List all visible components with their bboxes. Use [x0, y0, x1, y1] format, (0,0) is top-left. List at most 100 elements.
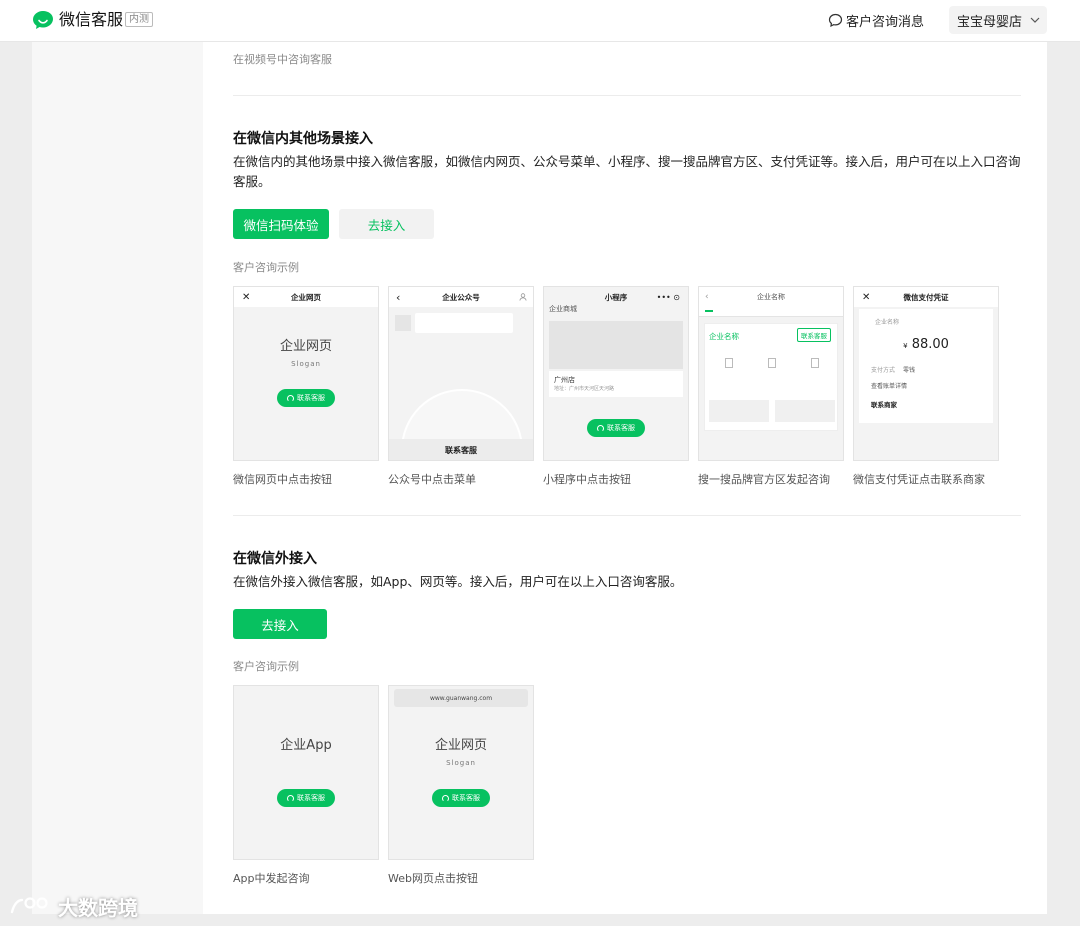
mock-contact-pill: 联系客服 [587, 419, 645, 437]
mock-contact-merchant: 联系商家 [871, 401, 897, 409]
section-desc-in-wechat: 在微信内的其他场景中接入微信客服，如微信内网页、公众号菜单、小程序、搜一搜品牌官… [233, 154, 1021, 189]
connect-button-in-wechat[interactable]: 去接入 [339, 209, 434, 239]
mock-slogan: Slogan [446, 759, 476, 767]
mock-page-title: 企业网页 [434, 738, 487, 753]
watermark-text: 大数跨境 [58, 895, 138, 920]
mock-feature-icon [811, 358, 819, 368]
watermark: 大数跨境 [8, 893, 138, 920]
example-card-app: 企业App 联系客服 [233, 685, 379, 860]
profile-icon [519, 293, 527, 301]
mock-menu-bar: 联系客服 [389, 439, 533, 460]
sidebar [32, 42, 203, 914]
back-icon: ‹ [396, 290, 401, 304]
mock-store-address: 地址：广州市天河区天河路 [554, 386, 615, 392]
beta-badge: 内测 [125, 12, 153, 27]
store-name: 宝宝母婴店 [957, 14, 1023, 30]
main-content: 在视频号中咨询客服 在微信内其他场景接入 在微信内的其他场景中接入微信客服，如微… [203, 42, 1047, 914]
mock-search-bar: ‹ 企业名称 [699, 287, 843, 307]
mock-url-bar: www.guanwang.com [394, 689, 528, 707]
mock-pill-label: 联系客服 [607, 424, 635, 432]
section-title-outside: 在微信外接入 [233, 551, 317, 567]
example-caption-payment-voucher: 微信支付凭证点击联系商家 [853, 473, 985, 486]
example-caption-app: App中发起咨询 [233, 872, 310, 885]
mock-amount: ¥ 88.00 [859, 337, 993, 352]
example-caption-official-account: 公众号中点击菜单 [388, 473, 476, 486]
mock-shop-label: 企业商城 [549, 305, 577, 313]
mock-page-title: 企业网页 [279, 339, 332, 354]
mock-pill-label: 联系客服 [452, 794, 480, 802]
example-card-webpage: ✕ 企业网页 企业网页 Slogan 联系客服 [233, 286, 379, 461]
mock-search-query: 企业名称 [757, 293, 785, 301]
mock-bar-title: 企业公众号 [442, 292, 480, 302]
mock-store-name: 广州店 [554, 376, 575, 384]
mock-voucher-card: 企业名称 ¥ 88.00 支付方式 零钱 查看账单详情 联系商家 [859, 309, 993, 423]
example-card-web: www.guanwang.com 企业网页 Slogan 联系客服 [388, 685, 534, 860]
headset-icon [597, 424, 604, 432]
connect-button-outside[interactable]: 去接入 [233, 609, 327, 639]
mock-app-title: 企业App [280, 738, 332, 753]
mock-contact-pill: 联系客服 [432, 789, 490, 807]
capsule-menu-icon: ••• ⊙ [656, 292, 680, 302]
example-caption-webpage: 微信网页中点击按钮 [233, 473, 332, 486]
mock-brand-zone: 企业名称 联系客服 [704, 323, 838, 431]
mock-title-bar: ‹ 企业公众号 [389, 287, 533, 307]
mock-contact-button: 联系客服 [797, 328, 831, 342]
mock-banner-placeholder [549, 321, 683, 369]
avatar-placeholder [395, 315, 411, 331]
section-title-in-wechat: 在微信内其他场景接入 [233, 131, 373, 147]
chevron-down-icon [1030, 17, 1040, 23]
close-icon: ✕ [242, 291, 251, 303]
example-caption-web: Web网页点击按钮 [388, 872, 478, 885]
examples-label-in-wechat: 客户咨询示例 [233, 261, 299, 274]
headset-icon [287, 394, 294, 402]
section-divider [233, 95, 1021, 96]
mock-bar-title: 微信支付凭证 [903, 292, 949, 302]
mock-url: www.guanwang.com [429, 694, 493, 702]
chat-bubble-icon [828, 13, 843, 27]
example-card-payment-voucher: ✕ 微信支付凭证 企业名称 ¥ 88.00 支付方式 零钱 查看账单详情 联系商… [853, 286, 999, 461]
brand-name: 微信客服 [59, 10, 124, 29]
example-caption-mini-program: 小程序中点击按钮 [543, 473, 631, 486]
mock-filter-tabs [699, 307, 843, 317]
customer-messages-label: 客户咨询消息 [846, 14, 925, 30]
section-divider [233, 515, 1021, 516]
examples-label-outside: 客户咨询示例 [233, 660, 299, 673]
close-icon: ✕ [862, 291, 871, 303]
mock-feature-icon [725, 358, 733, 368]
mock-bar-title: 小程序 [604, 292, 628, 302]
mock-feature-icon [768, 358, 776, 368]
mock-contact-pill: 联系客服 [277, 789, 335, 807]
wechat-service-logo-icon [33, 11, 53, 29]
watermark-logo-icon [10, 897, 48, 914]
example-card-mini-program: 小程序 ••• ⊙ 企业商城 广州店 地址：广州市天河区天河路 联系客服 [543, 286, 689, 461]
mock-title-bar: ✕ 企业网页 [234, 287, 378, 307]
top-bar: 微信客服 内测 客户咨询消息 宝宝母婴店 [0, 0, 1080, 42]
message-bubble-placeholder [415, 313, 513, 333]
headset-icon [442, 794, 449, 802]
mock-slogan: Slogan [291, 360, 321, 368]
mock-pill-label: 联系客服 [297, 794, 325, 802]
example-card-search-brand: ‹ 企业名称 企业名称 联系客服 [698, 286, 844, 461]
mock-bill-detail: 查看账单详情 [871, 383, 908, 390]
mock-currency: ¥ [903, 342, 908, 350]
mock-card-placeholder [775, 400, 835, 422]
mock-pay-method-label: 支付方式 [871, 367, 896, 374]
customer-messages-link[interactable]: 客户咨询消息 [828, 10, 924, 30]
example-caption-search-brand: 搜一搜品牌官方区发起咨询 [698, 473, 830, 486]
scan-experience-button[interactable]: 微信扫码体验 [233, 209, 329, 239]
mock-amount-value: 88.00 [911, 337, 949, 352]
mock-brand-name: 企业名称 [709, 332, 739, 341]
mock-merchant-name: 企业名称 [875, 319, 900, 326]
channels-caption: 在视频号中咨询客服 [233, 53, 332, 66]
mock-menu-item-contact: 联系客服 [445, 445, 477, 455]
mock-contact-label: 联系客服 [801, 332, 827, 340]
mock-contact-pill: 联系客服 [277, 389, 335, 407]
mock-store-row: 广州店 地址：广州市天河区天河路 [549, 371, 683, 397]
store-switcher[interactable]: 宝宝母婴店 [949, 6, 1047, 34]
mock-pill-label: 联系客服 [297, 394, 325, 402]
headset-icon [287, 794, 294, 802]
example-card-official-account: ‹ 企业公众号 联系客服 [388, 286, 534, 461]
section-desc-outside: 在微信外接入微信客服，如App、网页等。接入后，用户可在以上入口咨询客服。 [233, 574, 683, 589]
mock-bar-title: 企业网页 [291, 292, 321, 302]
back-icon: ‹ [705, 292, 709, 302]
